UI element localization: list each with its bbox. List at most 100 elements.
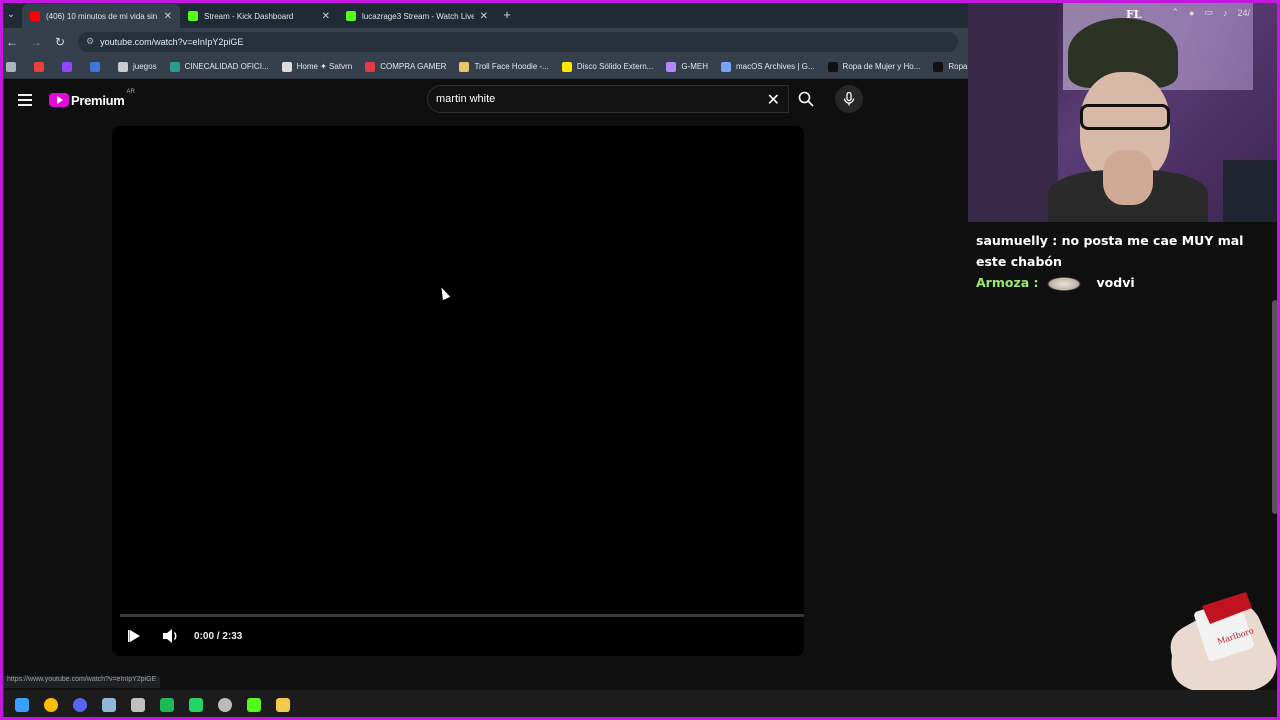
country-code: AR xyxy=(126,89,135,95)
bookmark-item[interactable] xyxy=(6,61,21,72)
bookmark-label: COMPRA GAMER xyxy=(380,62,447,71)
compragamer-icon xyxy=(365,61,376,72)
kick-icon xyxy=(246,698,261,712)
steam-icon xyxy=(101,698,116,712)
site-info-icon[interactable]: ⚙ xyxy=(86,36,94,47)
volume-button[interactable] xyxy=(162,628,180,644)
address-bar[interactable]: ⚙ youtube.com/watch?v=eInIpY2piGE xyxy=(78,31,958,52)
bookmark-item[interactable] xyxy=(90,61,105,72)
browser-tab-kick-stream[interactable]: lucazrage3 Stream - Watch Live ✕ xyxy=(338,4,496,28)
search-query: martin white xyxy=(436,93,496,105)
whatsapp-taskbar-button[interactable] xyxy=(181,692,210,718)
spotify-taskbar-button[interactable] xyxy=(152,692,181,718)
apps-icon xyxy=(6,61,16,72)
webcam-glasses xyxy=(1080,104,1170,130)
search-button[interactable] xyxy=(789,85,823,113)
youtube-premium-logo[interactable]: Premium AR xyxy=(49,89,135,108)
star-icon xyxy=(281,61,292,72)
bookmark-item[interactable]: macOS Archives | G... xyxy=(721,61,815,72)
webcam-wall xyxy=(968,0,1058,222)
tray-display-icon[interactable]: ▭ xyxy=(1204,7,1213,18)
browser-tab-kick-dashboard[interactable]: Stream - Kick Dashboard ✕ xyxy=(180,4,338,28)
chat-username: Armoza xyxy=(976,275,1030,290)
obs-icon xyxy=(217,698,232,712)
youtube-header: Premium AR martin white ✕ xyxy=(3,82,968,118)
bookmarks-bar: juegos CINECALIDAD OFICI... Home ✦ Satvrn C… xyxy=(0,55,968,79)
browser-toolbar: ← → ↻ ⚙ youtube.com/watch?v=eInIpY2piGE xyxy=(0,28,968,55)
twitch-icon xyxy=(62,61,72,72)
webcam-shelf xyxy=(1223,160,1280,222)
reload-icon[interactable]: ↻ xyxy=(48,35,72,49)
close-tab-icon[interactable]: ✕ xyxy=(322,11,330,22)
windows-start-taskbar-button[interactable] xyxy=(7,692,36,718)
bookmark-item[interactable]: Ropa de Mujer y H xyxy=(933,61,968,72)
bookmark-item[interactable]: Ropa de Mujer y Ho... xyxy=(827,61,921,72)
file-icon xyxy=(130,698,145,712)
youtube-favicon-icon xyxy=(30,11,40,21)
youtube-play-logo-icon xyxy=(49,93,69,107)
tray-clock[interactable]: 24/ xyxy=(1237,8,1250,18)
close-tab-icon[interactable]: ✕ xyxy=(164,11,172,22)
chrome-icon xyxy=(43,698,58,712)
discord-taskbar-button[interactable] xyxy=(65,692,94,718)
kick-taskbar-button[interactable] xyxy=(239,692,268,718)
bookmark-item[interactable]: COMPRA GAMER xyxy=(365,61,447,72)
back-icon[interactable]: ← xyxy=(0,35,24,49)
tab-search-chevron-icon[interactable]: ⌄ xyxy=(0,0,22,28)
tray-volume-icon[interactable]: ♪ xyxy=(1223,8,1228,18)
bookmark-label: Home ✦ Satvrn xyxy=(296,62,353,71)
bookmark-item[interactable]: Disco Sólido Extern... xyxy=(561,61,653,72)
chat-text: vodvi xyxy=(1096,275,1135,290)
time-display: 0:00 / 2:33 xyxy=(194,630,243,642)
play-button[interactable] xyxy=(128,629,142,643)
chat-message: Armoza : vodvi xyxy=(976,272,1272,293)
file-taskbar-button[interactable] xyxy=(123,692,152,718)
search-icon xyxy=(798,91,814,107)
webcam-overlay: FL xyxy=(968,0,1280,222)
stream-chat: saumuelly : no posta me cae MUY mal este… xyxy=(968,222,1280,300)
bookmark-item[interactable] xyxy=(62,61,77,72)
menu-icon[interactable] xyxy=(18,91,32,109)
progress-bar[interactable] xyxy=(120,614,804,617)
clear-search-icon[interactable]: ✕ xyxy=(767,90,780,110)
whatsapp-icon xyxy=(188,698,203,712)
bookmark-item[interactable]: juegos xyxy=(118,61,157,72)
file-explorer-taskbar-button[interactable] xyxy=(268,692,297,718)
new-tab-button[interactable]: + xyxy=(496,7,518,22)
discord-icon xyxy=(72,698,87,712)
chrome-taskbar-button[interactable] xyxy=(36,692,65,718)
bookmark-item[interactable]: G-MEH xyxy=(666,61,708,72)
bookmark-item[interactable]: Troll Face Hoodie -... xyxy=(459,61,549,72)
tab-title: (406) 10 minutos de mi vida sin xyxy=(46,11,158,21)
url-text: youtube.com/watch?v=eInIpY2piGE xyxy=(100,36,244,47)
webcam-hand xyxy=(1103,150,1153,205)
close-tab-icon[interactable]: ✕ xyxy=(480,11,488,22)
steam-taskbar-button[interactable] xyxy=(94,692,123,718)
kick-favicon-icon xyxy=(346,11,356,21)
folder-icon xyxy=(118,61,128,72)
browser-tab-strip: ⌄ (406) 10 minutos de mi vida sin ✕ Stre… xyxy=(0,0,968,28)
bookmark-item[interactable]: Home ✦ Satvrn xyxy=(281,61,353,72)
cinecalidad-icon xyxy=(169,61,180,72)
gmeh-icon xyxy=(666,61,677,72)
bookmark-item[interactable]: CINECALIDAD OFICI... xyxy=(169,61,269,72)
bookmark-label: Ropa de Mujer y H xyxy=(948,62,968,71)
player-controls: 0:00 / 2:33 xyxy=(112,622,804,650)
obs-taskbar-button[interactable] xyxy=(210,692,239,718)
gmail-icon xyxy=(34,61,44,72)
tray-mic-icon[interactable]: ● xyxy=(1189,8,1194,18)
bookmark-item[interactable] xyxy=(34,61,49,72)
bookmark-blue-icon xyxy=(90,61,100,72)
mercadolibre-icon xyxy=(561,61,572,72)
bookmark-label: Ropa de Mujer y Ho... xyxy=(842,62,921,71)
chat-username: saumuelly xyxy=(976,233,1048,248)
page-scrollbar[interactable] xyxy=(1272,300,1278,514)
forward-icon[interactable]: → xyxy=(24,35,48,49)
search-input[interactable]: martin white ✕ xyxy=(427,85,789,113)
browser-tab-youtube[interactable]: (406) 10 minutos de mi vida sin ✕ xyxy=(22,4,180,28)
tab-title: Stream - Kick Dashboard xyxy=(204,11,294,21)
bookmark-label: G-MEH xyxy=(681,62,708,71)
video-player[interactable]: 0:00 / 2:33 xyxy=(112,126,804,656)
voice-search-button[interactable] xyxy=(835,85,863,113)
tray-chevron-icon[interactable]: ⌃ xyxy=(1171,7,1179,18)
